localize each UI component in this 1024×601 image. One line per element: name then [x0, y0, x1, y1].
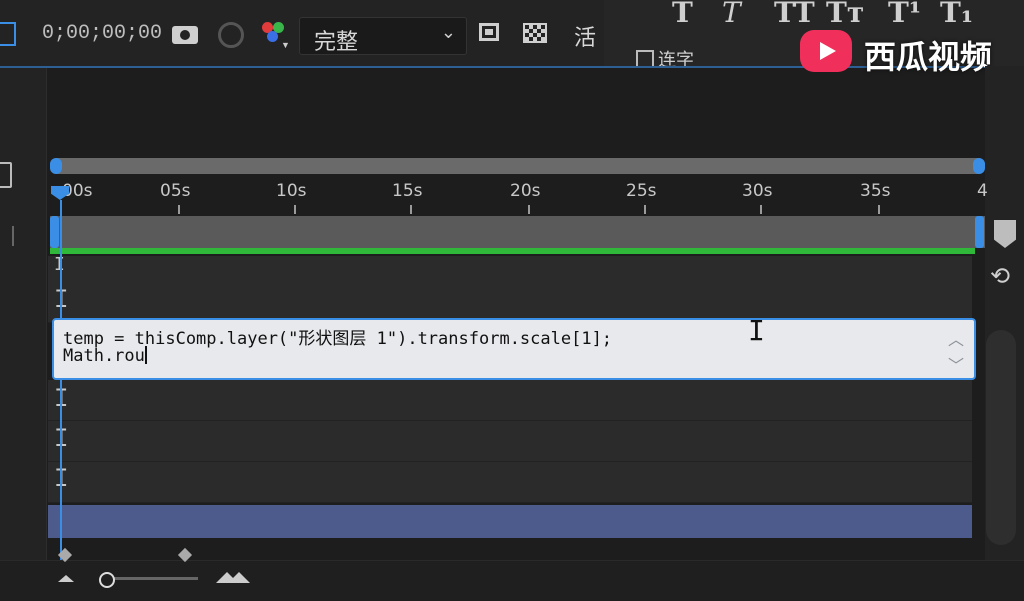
timeline-track[interactable] [48, 256, 972, 283]
resolution-value: 完整 [314, 30, 359, 55]
ligatures-label: 连字 [658, 50, 694, 71]
timeline-track[interactable] [48, 462, 972, 503]
faux-italic-button[interactable]: T [722, 0, 741, 29]
render-cache-indicator [50, 248, 975, 254]
ruler-tick [878, 205, 880, 214]
timeline-zoom-knob[interactable] [99, 572, 115, 588]
watermark-text: 西瓜视频 [864, 38, 993, 76]
time-navigator-bar[interactable] [50, 158, 985, 174]
ruler-tick [410, 205, 412, 214]
ruler-label: 30s [742, 181, 773, 201]
ruler-label: 10s [276, 181, 307, 201]
text-caret [144, 346, 147, 364]
xigua-logo-icon [800, 30, 852, 72]
camera-icon[interactable] [172, 26, 198, 44]
scroll-up-icon[interactable]: ︿ [948, 326, 964, 350]
graph-editor-toggle-icon[interactable]: ⟲ [990, 262, 1010, 291]
expression-editor[interactable]: temp = thisComp.layer("形状图层 1").transfor… [52, 318, 976, 380]
scroll-down-icon[interactable]: ﹀ [948, 352, 964, 376]
region-of-interest-icon[interactable] [479, 23, 499, 41]
expression-line-2-text: Math.rou [63, 346, 145, 366]
ruler-label: 05s [160, 181, 191, 201]
time-navigator-start-handle[interactable] [50, 158, 62, 174]
transparency-grid-icon[interactable] [523, 23, 547, 43]
ruler-tick [528, 205, 530, 214]
ruler-tick [294, 205, 296, 214]
ruler-tick [760, 205, 762, 214]
selected-layer-bar[interactable] [48, 505, 972, 538]
composition-toolbar: 0;00;00;00 ▼ 完整 ⌄ 活 [0, 0, 604, 67]
resolution-dropdown[interactable]: 完整 ⌄ [299, 17, 467, 55]
ruler-tick [178, 205, 180, 214]
timeline-track[interactable] [48, 380, 972, 421]
text-cursor-icon: I [748, 314, 765, 347]
color-channels-icon[interactable]: ▼ [262, 22, 290, 50]
time-ruler[interactable]: 00s 05s 10s 15s 20s 25s 30s 35s 4 [50, 176, 988, 214]
layer-panel [0, 66, 47, 600]
ruler-label: 15s [392, 181, 423, 201]
show-snapshot-icon[interactable] [218, 22, 244, 48]
vertical-scrollbar[interactable] [986, 330, 1016, 545]
chevron-down-icon: ⌄ [440, 22, 456, 42]
work-area-end-handle[interactable] [975, 216, 984, 248]
expression-line-2[interactable]: Math.rou [63, 346, 147, 366]
timeline-track[interactable] [48, 421, 972, 462]
timeline-track[interactable] [48, 282, 972, 323]
time-navigator-end-handle[interactable] [973, 158, 985, 174]
window-icon[interactable] [0, 162, 12, 188]
timeline-footer [0, 560, 1024, 601]
ruler-label: 35s [860, 181, 891, 201]
ruler-label: 20s [510, 181, 541, 201]
ruler-label: 4 [977, 181, 988, 201]
work-area-bar[interactable] [50, 216, 985, 248]
work-area-start-handle[interactable] [50, 216, 59, 248]
ruler-tick [644, 205, 646, 214]
zoom-in-icon-secondary [228, 572, 250, 583]
timecode-display[interactable]: 0;00;00;00 [42, 22, 162, 45]
fit-frame-icon[interactable] [0, 22, 16, 46]
divider [12, 226, 14, 246]
ruler-label: 25s [626, 181, 657, 201]
zoom-out-icon[interactable] [58, 575, 74, 582]
current-time-indicator[interactable] [60, 200, 62, 560]
fast-preview-label[interactable]: 活 [574, 20, 596, 52]
faux-bold-button[interactable]: T [672, 0, 693, 29]
timeline-zoom-slider[interactable] [108, 577, 198, 580]
